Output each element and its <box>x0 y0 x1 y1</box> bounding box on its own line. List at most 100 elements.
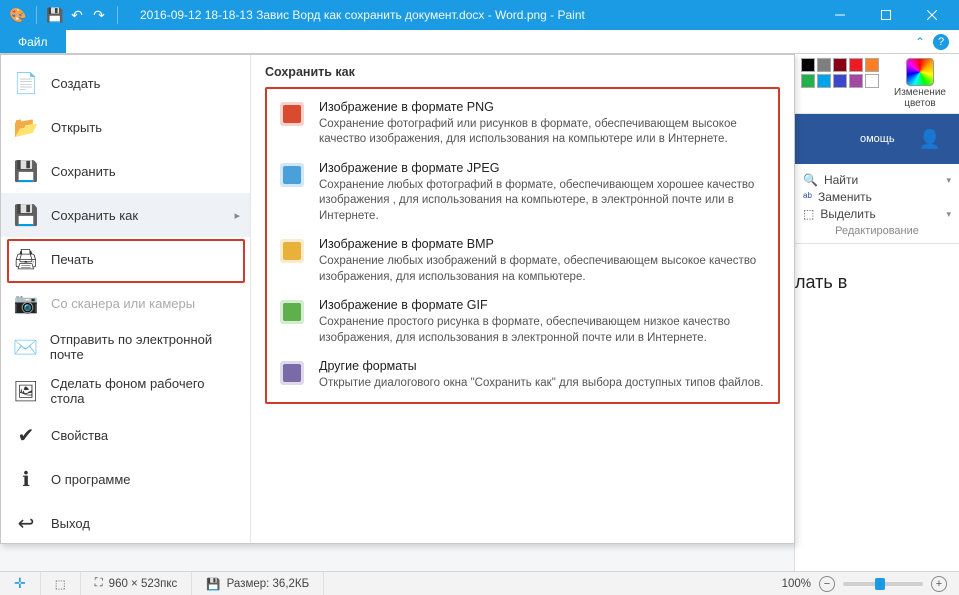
zoom-out-button[interactable]: − <box>819 576 835 592</box>
color-swatches[interactable] <box>801 58 879 109</box>
chevron-down-icon: ▾ <box>946 209 951 220</box>
app-icon: 🎨 <box>10 7 26 23</box>
menu-item-label: Создать <box>51 76 100 91</box>
zoom-in-button[interactable]: + <box>931 576 947 592</box>
menu-item-label: Сохранить <box>51 164 116 179</box>
other-format-icon <box>277 358 307 388</box>
file-menu-item-print[interactable]: 🖨 Печать <box>1 237 250 281</box>
word-replace[interactable]: ᵃᵇЗаменить <box>803 190 951 204</box>
zoom-control[interactable]: 100% − + <box>770 576 959 592</box>
file-menu-item-saveas[interactable]: 💾Сохранить как <box>1 193 250 237</box>
file-tab[interactable]: Файл <box>0 30 66 53</box>
maximize-button[interactable] <box>863 0 909 30</box>
submenu-title: Сохранить как <box>265 65 780 79</box>
person-icon: 👤 <box>919 129 941 150</box>
color-swatch[interactable] <box>801 74 815 88</box>
minimize-button[interactable] <box>817 0 863 30</box>
saveas-icon: 💾 <box>13 202 39 228</box>
save-option-body: Другие форматыОткрытие диалогового окна … <box>319 358 763 391</box>
save-option-body: Изображение в формате GIFСохранение прос… <box>319 297 768 346</box>
file-menu-item-email[interactable]: ✉️ Отправить по электронной почте <box>1 325 250 369</box>
save-option-body: Изображение в формате JPEGСохранение люб… <box>319 160 768 224</box>
word-find[interactable]: 🔍Найти▾ <box>803 173 951 187</box>
scanner-icon: 📷 <box>13 290 39 316</box>
save-option-other[interactable]: Другие форматыОткрытие диалогового окна … <box>273 352 772 397</box>
window-title: 2016-09-12 18-18-13 Завис Ворд как сохра… <box>128 8 817 22</box>
file-menu-item-open[interactable]: 📂Открыть <box>1 105 250 149</box>
color-swatch[interactable] <box>833 58 847 72</box>
file-size: 💾 Размер: 36,2КБ <box>192 572 324 595</box>
quick-access-toolbar: 🎨 💾 ↶ ↷ <box>4 6 128 24</box>
gif-format-icon <box>277 297 307 327</box>
properties-icon: ✔ <box>13 422 39 448</box>
png-format-icon <box>277 99 307 129</box>
workspace: Изменение цветов омощь 👤 🔍Найти▾ ᵃᵇЗамен… <box>0 54 959 571</box>
save-option-jpeg[interactable]: Изображение в формате JPEGСохранение люб… <box>273 154 772 230</box>
color-swatch[interactable] <box>849 58 863 72</box>
dimensions-icon: ⛶ <box>95 577 103 590</box>
word-help-label: омощь <box>860 133 895 145</box>
color-swatch[interactable] <box>865 74 879 88</box>
zoom-slider[interactable] <box>843 582 923 586</box>
background-content: Изменение цветов омощь 👤 🔍Найти▾ ᵃᵇЗамен… <box>794 54 959 571</box>
color-swatch[interactable] <box>865 58 879 72</box>
color-swatch[interactable] <box>833 74 847 88</box>
save-option-desc: Сохранение любых фотографий в формате, о… <box>319 178 768 225</box>
undo-icon[interactable]: ↶ <box>69 7 85 23</box>
statusbar: ✛ ⬚ ⛶ 960 × 523пкс 💾 Размер: 36,2КБ 100%… <box>0 571 959 595</box>
cursor-position: ✛ <box>0 572 41 595</box>
save-icon: 💾 <box>13 158 39 184</box>
save-option-body: Изображение в формате BMPСохранение любы… <box>319 236 768 285</box>
exit-icon: ↩ <box>13 510 39 536</box>
help-icon[interactable]: ? <box>933 34 949 50</box>
save-option-desc: Сохранение любых изображений в формате, … <box>319 254 768 285</box>
word-select[interactable]: ⬚Выделить▾ <box>803 207 951 221</box>
replace-icon: ᵃᵇ <box>803 190 812 204</box>
save-option-title: Изображение в формате PNG <box>319 99 768 116</box>
menu-item-label: Сделать фоном рабочего стола <box>50 376 238 406</box>
edit-colors-label: Изменение цветов <box>887 87 953 109</box>
menu-item-label: Выход <box>51 516 90 531</box>
redo-icon[interactable]: ↷ <box>91 7 107 23</box>
zoom-percent: 100% <box>782 578 811 590</box>
print-icon: 🖨 <box>13 246 39 272</box>
save-option-png[interactable]: Изображение в формате PNGСохранение фото… <box>273 93 772 154</box>
wallpaper-icon: 🖼 <box>13 378 38 404</box>
save-option-desc: Сохранение фотографий или рисунков в фор… <box>319 117 768 148</box>
word-group-label: Редактирование <box>803 225 951 237</box>
color-swatch[interactable] <box>817 58 831 72</box>
menu-item-label: Отправить по электронной почте <box>50 332 238 362</box>
file-menu-item-exit[interactable]: ↩ Выход <box>1 501 250 545</box>
file-menu-item-new[interactable]: 📄Создать <box>1 61 250 105</box>
file-menu-item-about[interactable]: ℹ О программе <box>1 457 250 501</box>
color-swatch[interactable] <box>817 74 831 88</box>
about-icon: ℹ <box>13 466 39 492</box>
canvas-dimensions: ⛶ 960 × 523пкс <box>81 572 193 595</box>
save-format-list: Изображение в формате PNGСохранение фото… <box>265 87 780 404</box>
file-menu-item-save[interactable]: 💾 Сохранить <box>1 149 250 193</box>
menu-item-label: О программе <box>51 472 131 487</box>
save-option-desc: Сохранение простого рисунка в формате, о… <box>319 315 768 346</box>
edit-colors-button[interactable]: Изменение цветов <box>887 58 953 109</box>
jpeg-format-icon <box>277 160 307 190</box>
save-option-title: Изображение в формате JPEG <box>319 160 768 177</box>
close-button[interactable] <box>909 0 955 30</box>
saveas-submenu: Сохранить как Изображение в формате PNGС… <box>251 55 794 543</box>
save-option-bmp[interactable]: Изображение в формате BMPСохранение любы… <box>273 230 772 291</box>
menu-item-label: Свойства <box>51 428 108 443</box>
file-menu-item-wallpaper[interactable]: 🖼 Сделать фоном рабочего стола <box>1 369 250 413</box>
collapse-ribbon-icon[interactable]: ⌃ <box>915 35 925 49</box>
save-option-gif[interactable]: Изображение в формате GIFСохранение прос… <box>273 291 772 352</box>
find-icon: 🔍 <box>803 173 818 187</box>
menu-item-label: Печать <box>51 252 94 267</box>
selection-size: ⬚ <box>41 572 81 595</box>
save-icon[interactable]: 💾 <box>47 7 63 23</box>
email-icon: ✉️ <box>13 334 38 360</box>
color-swatch[interactable] <box>849 74 863 88</box>
color-swatch[interactable] <box>801 58 815 72</box>
file-menu-item-properties[interactable]: ✔ Свойства <box>1 413 250 457</box>
save-option-title: Изображение в формате BMP <box>319 236 768 253</box>
ribbon-tabs: Файл ⌃ ? <box>0 30 959 54</box>
chevron-down-icon: ▾ <box>946 175 951 186</box>
word-ribbon-strip: омощь 👤 <box>795 114 959 164</box>
